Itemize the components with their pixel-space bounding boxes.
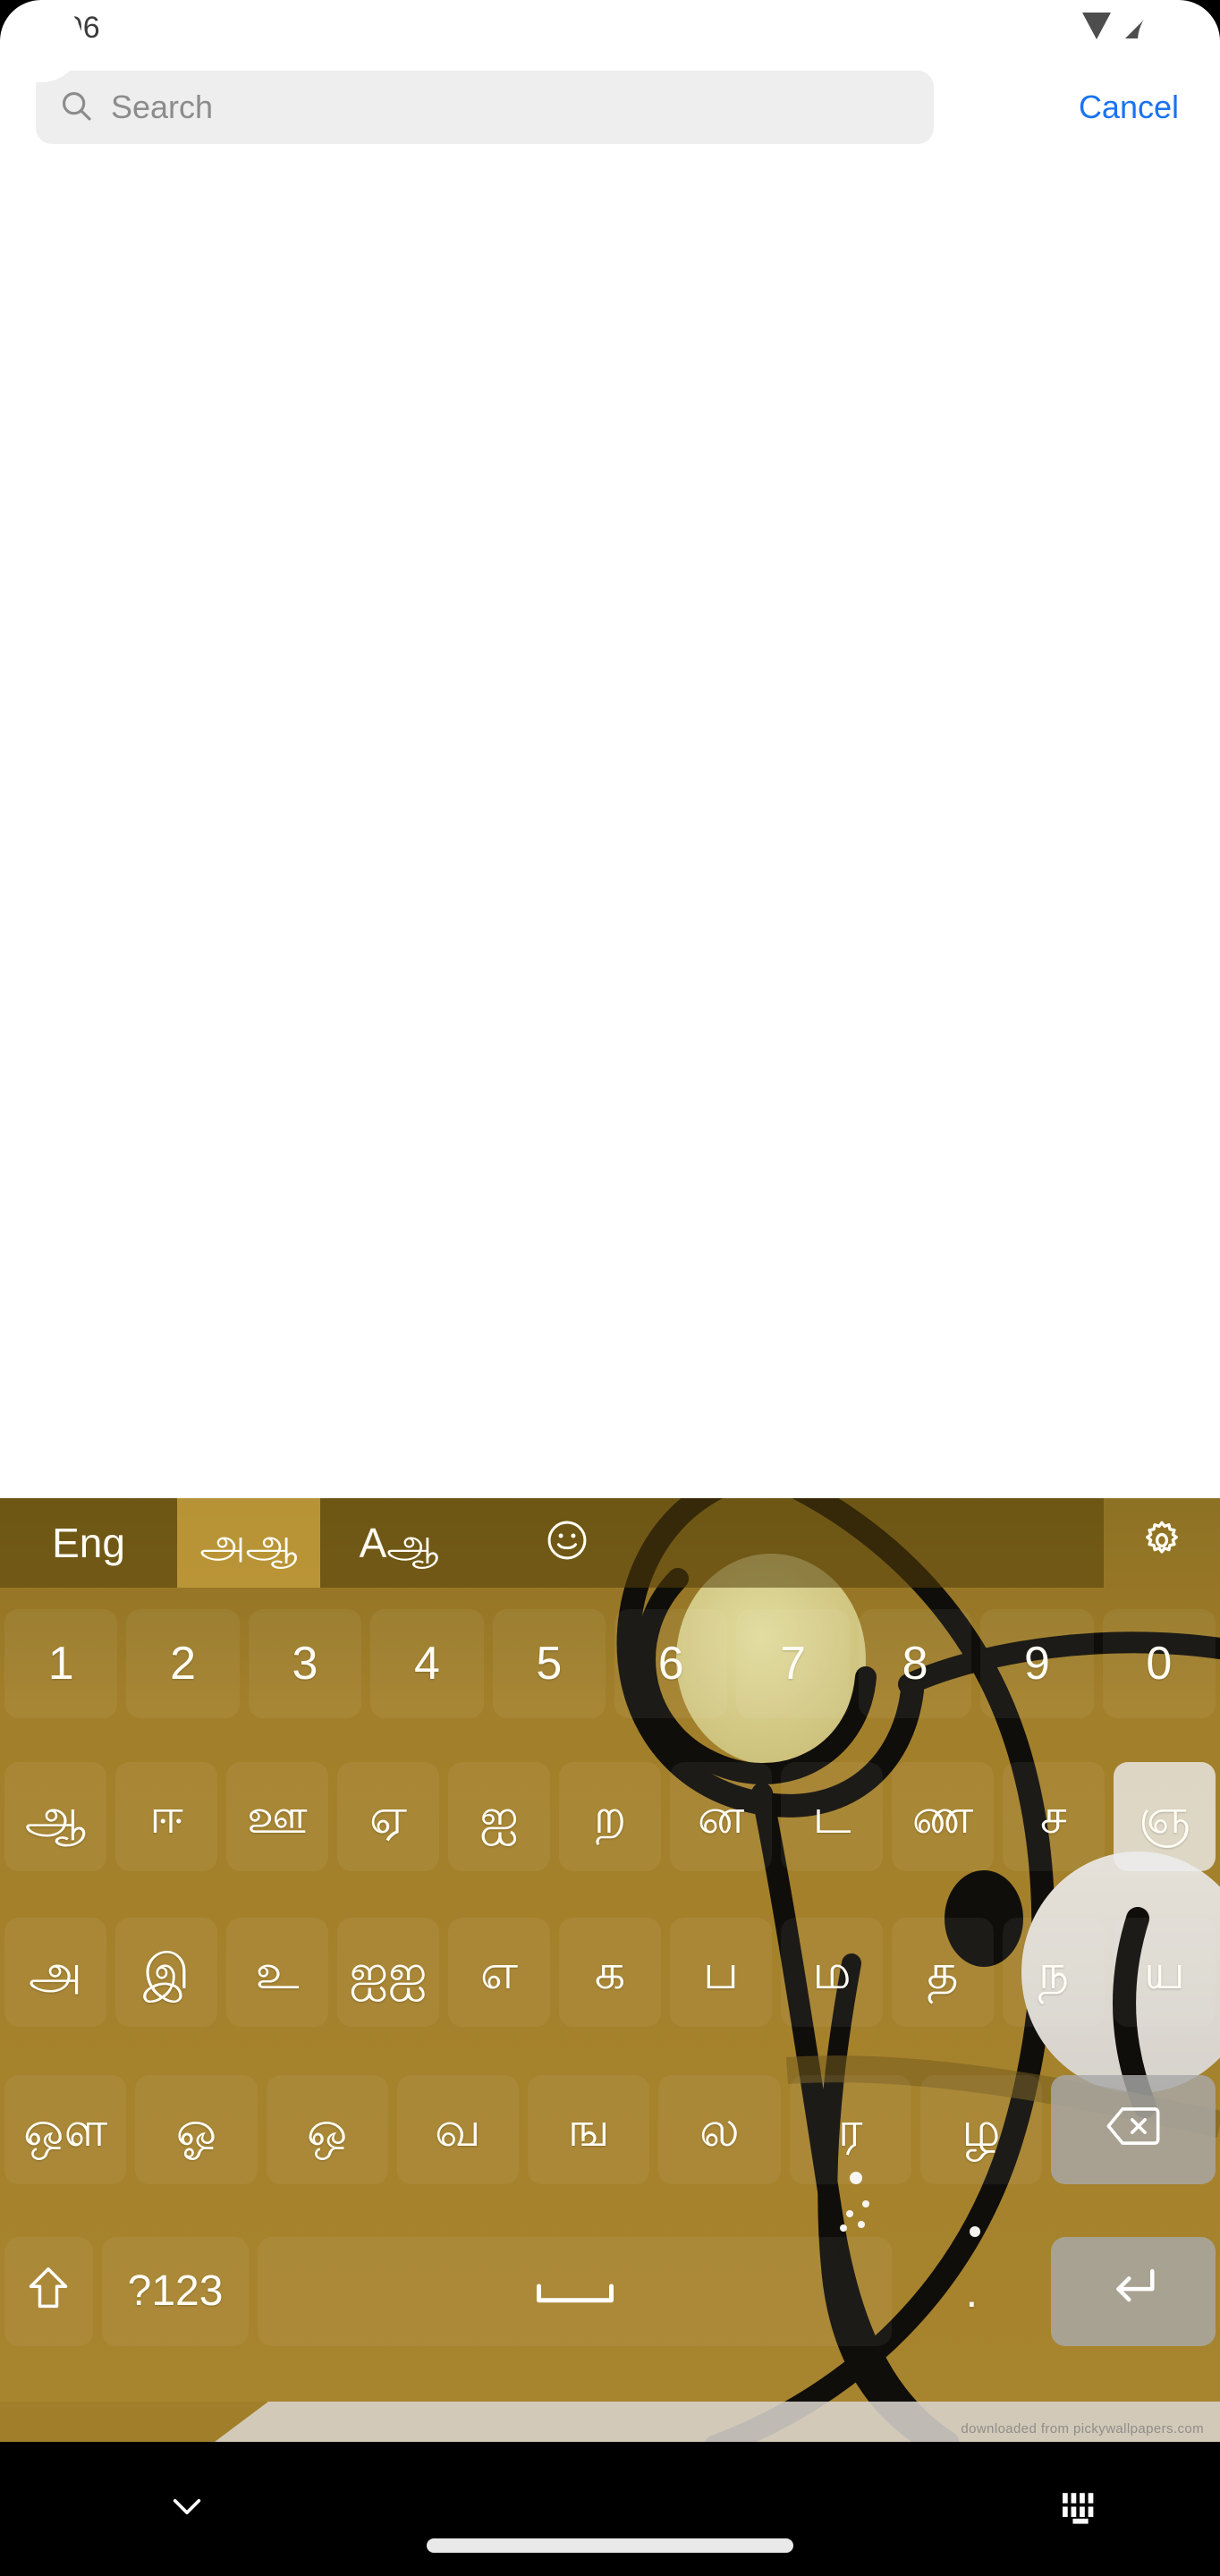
tab-settings[interactable] [1104, 1498, 1220, 1588]
key-zha[interactable]: ழ [919, 2075, 1042, 2184]
tab-english[interactable]: Eng [0, 1498, 177, 1588]
key-enter[interactable] [1051, 2236, 1216, 2346]
keyboard-row-numbers: 1 2 3 4 5 6 7 8 9 0 [0, 1588, 1220, 1740]
phone-screen: 7:06 Search Cancel [0, 0, 1220, 2576]
key-ai2[interactable]: ஐஐ [337, 1918, 439, 2027]
home-indicator[interactable] [427, 2538, 793, 2553]
key-nga[interactable]: ங [528, 2075, 650, 2184]
key-uu[interactable]: ஊ [226, 1762, 328, 1871]
key-ee[interactable]: ஏ [337, 1762, 439, 1871]
key-7[interactable]: 7 [736, 1609, 850, 1718]
key-i[interactable]: இ [115, 1918, 217, 2027]
key-symbols[interactable]: ?123 [101, 2236, 250, 2346]
key-va[interactable]: வ [396, 2075, 519, 2184]
search-icon [59, 89, 93, 127]
tab-emoji[interactable] [478, 1498, 657, 1588]
key-6[interactable]: 6 [614, 1609, 728, 1718]
key-tha[interactable]: த [892, 1918, 994, 2027]
screen-corner-top-left [0, 0, 82, 82]
keyboard-row-2: அ இ உ ஐஐ எ க ப ம த ந ய [0, 1894, 1220, 2051]
key-u[interactable]: உ [226, 1918, 328, 2027]
backspace-icon [1106, 2105, 1161, 2155]
shift-icon [27, 2265, 70, 2318]
key-rra[interactable]: ற [559, 1762, 661, 1871]
key-na[interactable]: ந [1003, 1918, 1105, 2027]
cancel-button[interactable]: Cancel [1048, 89, 1190, 126]
keyboard: Eng அஆ Aஆ 1 2 3 4 5 6 7 8 9 0 ஆ ஈ ஊ ஏ ஐ … [0, 1498, 1220, 2442]
key-shift[interactable] [4, 2236, 93, 2346]
key-ka[interactable]: க [559, 1918, 661, 2027]
smiley-icon [544, 1517, 590, 1570]
key-2[interactable]: 2 [126, 1609, 240, 1718]
screen-corner-top-right [1138, 0, 1220, 82]
key-oo[interactable]: ஓ [135, 2075, 258, 2184]
key-tta[interactable]: ட [781, 1762, 883, 1871]
status-bar: 7:06 [0, 0, 1220, 55]
key-0[interactable]: 0 [1102, 1609, 1216, 1718]
tab-tamil[interactable]: அஆ [177, 1498, 320, 1588]
content-area [0, 152, 1220, 1498]
key-ma[interactable]: ம [781, 1918, 883, 2027]
key-3[interactable]: 3 [248, 1609, 362, 1718]
keyboard-rows: 1 2 3 4 5 6 7 8 9 0 ஆ ஈ ஊ ஏ ஐ ற ன ட ண ச … [0, 1588, 1220, 2442]
key-ra[interactable]: ர [789, 2075, 911, 2184]
key-nna[interactable]: ன [670, 1762, 772, 1871]
keyboard-row-3: ஒள ஓ ஒ வ ங ல ர ழ [0, 2051, 1220, 2208]
enter-icon [1106, 2265, 1160, 2318]
hide-keyboard-button[interactable] [168, 2495, 206, 2524]
key-ca[interactable]: ச [1003, 1762, 1105, 1871]
key-period[interactable]: . [901, 2237, 1042, 2346]
keyboard-row-bottom: ?123 . [0, 2208, 1220, 2374]
key-5[interactable]: 5 [492, 1609, 606, 1718]
keyboard-row-1: ஆ ஈ ஊ ஏ ஐ ற ன ட ண ச ஞ [0, 1740, 1220, 1894]
key-ya[interactable]: ய [1114, 1918, 1216, 2027]
key-ai[interactable]: ஐ [448, 1762, 550, 1871]
toolbar-spacer [657, 1498, 1104, 1588]
key-nnna[interactable]: ண [892, 1762, 994, 1871]
key-au[interactable]: ஒள [4, 2075, 127, 2184]
keyboard-switch-button[interactable] [1059, 2488, 1104, 2530]
space-bar-icon [535, 2269, 615, 2314]
key-9[interactable]: 9 [980, 1609, 1094, 1718]
key-backspace[interactable] [1051, 2075, 1216, 2184]
key-nya[interactable]: ஞ [1114, 1762, 1216, 1871]
key-space[interactable] [258, 2236, 893, 2346]
key-aa[interactable]: ஆ [4, 1762, 106, 1871]
tab-tamil-english[interactable]: Aஆ [320, 1498, 478, 1588]
wallpaper-watermark: downloaded from pickywallpapers.com [961, 2421, 1204, 2436]
key-a[interactable]: அ [4, 1918, 106, 2027]
search-placeholder: Search [111, 89, 214, 125]
search-header: Search Cancel [0, 64, 1220, 150]
key-pa[interactable]: ப [670, 1918, 772, 2027]
key-e[interactable]: எ [448, 1918, 550, 2027]
key-ii[interactable]: ஈ [115, 1762, 217, 1871]
wifi-icon [1080, 11, 1113, 46]
key-4[interactable]: 4 [370, 1609, 484, 1718]
key-o[interactable]: ஒ [266, 2075, 388, 2184]
keyboard-toolbar: Eng அஆ Aஆ [0, 1498, 1220, 1588]
navigation-bar [0, 2442, 1220, 2576]
gear-icon [1140, 1518, 1184, 1569]
key-la[interactable]: ல [658, 2075, 781, 2184]
search-input[interactable]: Search [36, 71, 934, 144]
key-8[interactable]: 8 [858, 1609, 972, 1718]
key-1[interactable]: 1 [4, 1609, 118, 1718]
